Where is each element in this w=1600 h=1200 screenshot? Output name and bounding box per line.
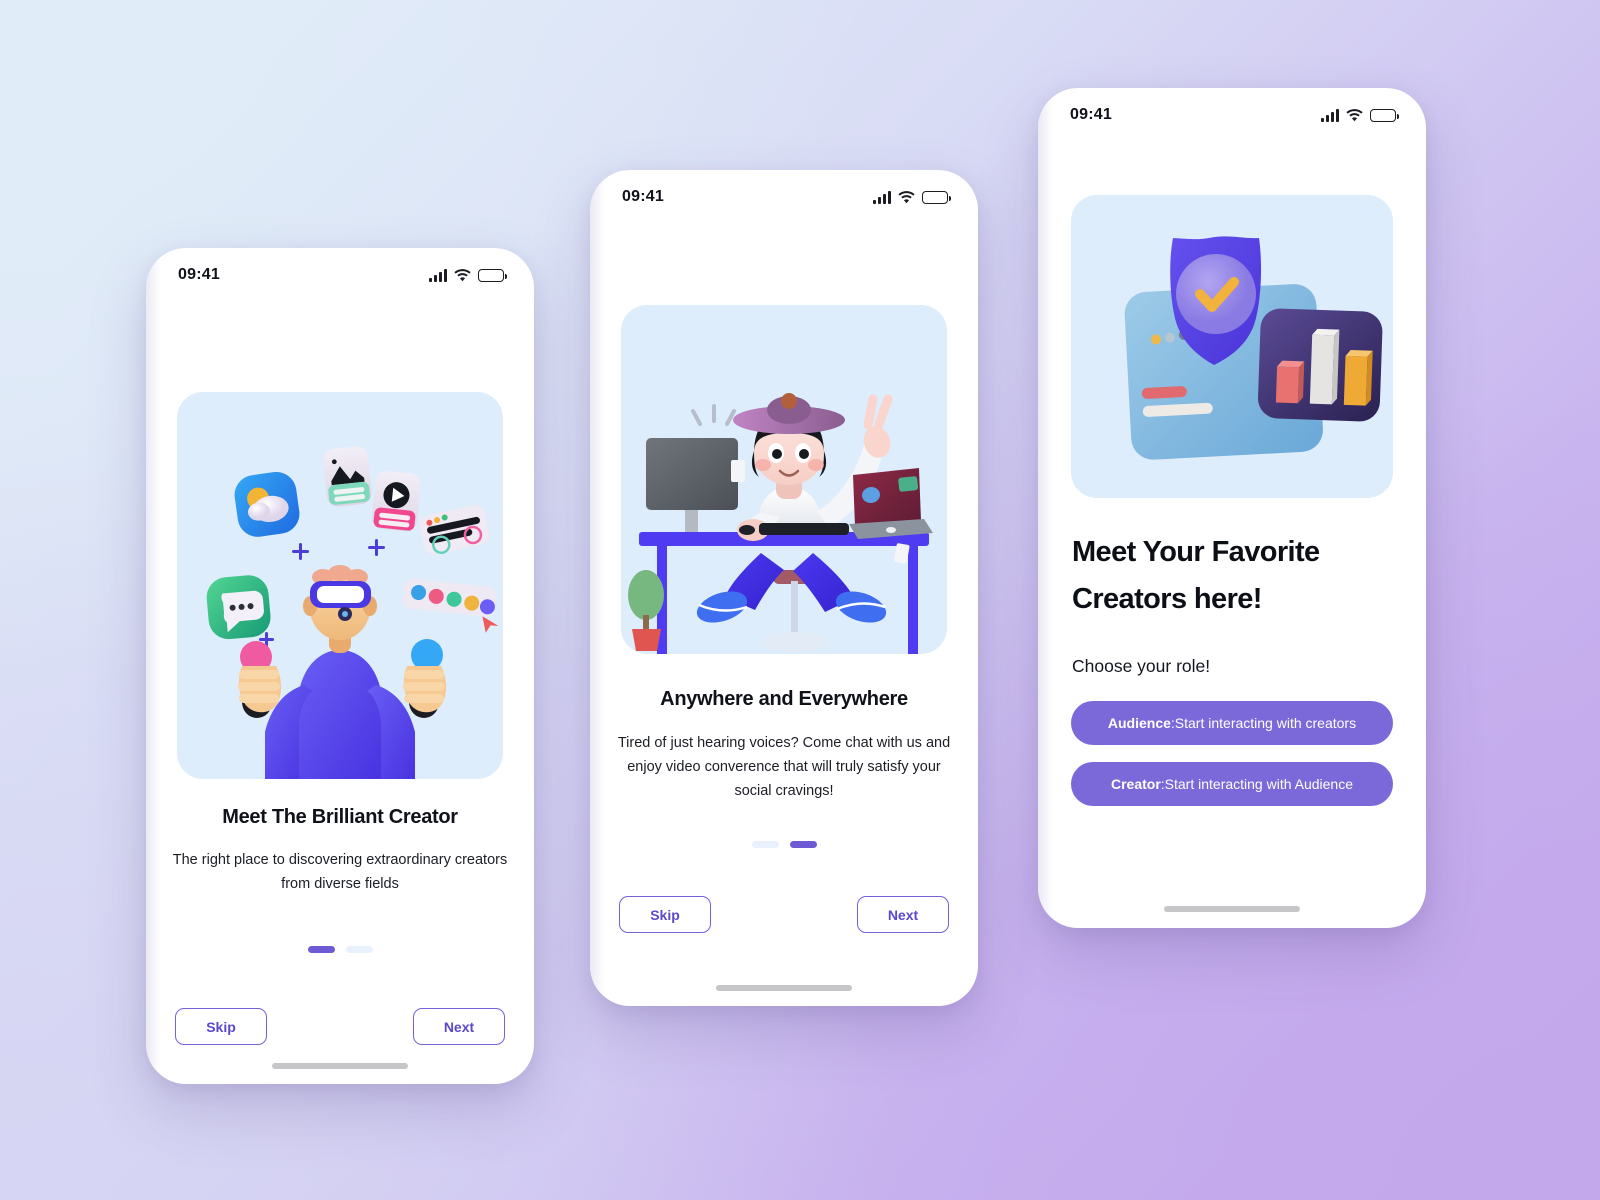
button-row: Skip Next: [175, 1008, 505, 1045]
role-button-creator[interactable]: Creator : Start interacting with Audienc…: [1071, 762, 1393, 806]
button-row: Skip Next: [619, 896, 949, 933]
pagination-dot-2[interactable]: [345, 946, 373, 953]
status-icons: [429, 268, 507, 282]
status-time: 09:41: [1070, 106, 1112, 123]
role-description-audience: Start interacting with creators: [1174, 715, 1357, 731]
page-title: Anywhere and Everywhere: [660, 688, 908, 710]
status-bar: 09:41: [1038, 88, 1426, 142]
status-time: 09:41: [178, 266, 220, 283]
signal-icon: [1321, 108, 1339, 122]
signal-icon: [873, 190, 891, 204]
role-name-audience: Audience: [1107, 715, 1171, 731]
role-prompt-label: Choose your role!: [1072, 656, 1211, 676]
pagination-dots: [590, 841, 978, 848]
page-subtitle: The right place to discovering extraordi…: [172, 852, 508, 892]
home-indicator: [1164, 906, 1300, 912]
role-description-creator: Start interacting with Audience: [1164, 776, 1354, 792]
role-name-creator: Creator: [1110, 776, 1161, 792]
page-headline: Meet Your Favorite Creators here!: [1072, 529, 1392, 623]
wifi-icon: [1346, 108, 1363, 121]
desk-video-chat-illustration: [621, 305, 947, 654]
skip-button[interactable]: Skip: [619, 896, 711, 933]
headline-line-2: Creators here!: [1072, 583, 1262, 615]
signal-icon: [429, 268, 447, 282]
page-title: Meet The Brilliant Creator: [222, 806, 458, 828]
page-subtitle: Tired of just hearing voices? Come chat …: [617, 735, 951, 799]
battery-icon: [478, 268, 507, 282]
status-bar: 09:41: [146, 248, 534, 302]
pagination-dot-1[interactable]: [307, 946, 335, 953]
status-bar: 09:41: [590, 170, 978, 224]
shield-chart-card-illustration: [1071, 195, 1393, 498]
phone-screen-onboarding-2: 09:41 Anywhere and Everywhere Tired of j…: [590, 170, 978, 1006]
battery-icon: [1370, 108, 1399, 122]
home-indicator: [716, 985, 852, 991]
role-button-audience[interactable]: Audience : Start interacting with creato…: [1071, 701, 1393, 745]
status-icons: [1321, 108, 1399, 122]
skip-button[interactable]: Skip: [175, 1008, 267, 1045]
status-time: 09:41: [622, 188, 664, 205]
wifi-icon: [898, 190, 915, 203]
phone-screen-onboarding-3: 09:41 Meet Your Favorite Creators here! …: [1038, 88, 1426, 928]
wifi-icon: [454, 268, 471, 281]
status-icons: [873, 190, 951, 204]
vr-creator-illustration: [177, 392, 503, 779]
pagination-dot-2[interactable]: [789, 841, 817, 848]
home-indicator: [272, 1063, 408, 1069]
phone-screen-onboarding-1: 09:41 Meet The Brilliant Creator The rig…: [146, 248, 534, 1084]
next-button[interactable]: Next: [413, 1008, 505, 1045]
next-button[interactable]: Next: [857, 896, 949, 933]
battery-icon: [922, 190, 951, 204]
headline-line-1: Meet Your Favorite: [1072, 536, 1320, 568]
pagination-dots: [146, 946, 534, 953]
pagination-dot-1[interactable]: [751, 841, 779, 848]
